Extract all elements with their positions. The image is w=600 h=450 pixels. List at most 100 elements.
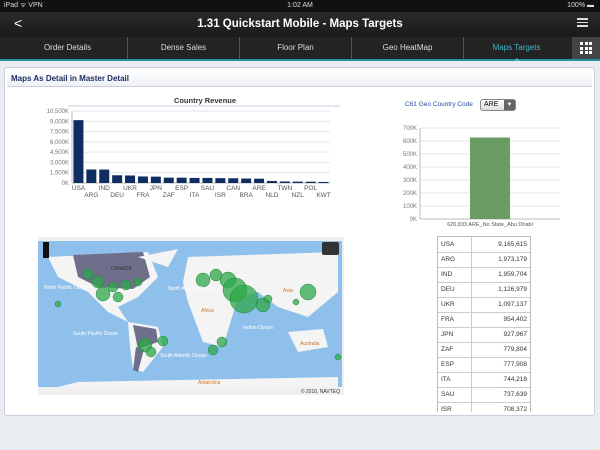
table-row[interactable]: UKR 1,097,137 xyxy=(438,297,530,313)
country-cell: DEU xyxy=(438,282,472,298)
bar[interactable] xyxy=(86,169,97,183)
map-label: CANADA xyxy=(111,266,133,272)
bar[interactable] xyxy=(215,178,226,183)
y-tick-label: 10,500K xyxy=(47,109,69,115)
x-tick-label: KWT xyxy=(316,192,330,199)
table-row[interactable]: IND 1,959,704 xyxy=(438,267,530,283)
map-label: Australia xyxy=(300,341,320,347)
revenue-cell: 1,959,704 xyxy=(471,267,530,283)
bar[interactable] xyxy=(99,169,110,183)
map-label: Africa xyxy=(201,308,214,314)
revenue-cell: 777,908 xyxy=(471,357,530,373)
world-map[interactable]: CANADA North Pacific Ocean North Atlanti… xyxy=(38,237,344,395)
revenue-cell: 927,967 xyxy=(471,327,530,343)
y-tick-label: 3,000K xyxy=(50,160,69,166)
map-copyright: © 2010, NAVTEQ xyxy=(301,388,340,395)
map-layers-icon[interactable] xyxy=(322,242,339,255)
table-row[interactable]: ZAF 779,804 xyxy=(438,342,530,358)
bar[interactable] xyxy=(112,175,123,183)
x-tick-label: ESP xyxy=(175,185,188,192)
y-tick-label: 4,500K xyxy=(50,150,69,156)
country-cell: SAU xyxy=(438,387,472,403)
bar[interactable] xyxy=(202,177,213,183)
country-cell: ZAF xyxy=(438,342,472,358)
x-tick-label: SAU xyxy=(201,185,215,192)
x-tick-label: NZL xyxy=(292,192,305,199)
street-view-icon[interactable] xyxy=(43,242,49,258)
table-row[interactable]: DEU 1,126,979 xyxy=(438,282,530,298)
table-row[interactable]: FRA 954,402 xyxy=(438,312,530,328)
dropdown-value: ARE xyxy=(484,101,499,108)
revenue-cell: 1,973,179 xyxy=(471,252,530,268)
table-row[interactable]: SAU 737,639 xyxy=(438,387,530,403)
x-tick-label: IND xyxy=(99,185,111,192)
country-cell: IND xyxy=(438,267,472,283)
bar[interactable] xyxy=(125,175,136,183)
revenue-cell: 744,218 xyxy=(471,372,530,388)
bar[interactable] xyxy=(318,181,329,183)
bar[interactable] xyxy=(241,178,252,183)
y-tick-label: 9,000K xyxy=(50,119,69,125)
dropdown-arrow-icon: ▼ xyxy=(504,100,515,110)
x-tick-label: NLD xyxy=(265,192,278,199)
bar[interactable] xyxy=(279,181,290,183)
x-tick-label: ITA xyxy=(190,192,200,199)
chart-title: Country Revenue xyxy=(174,96,236,105)
bar[interactable] xyxy=(73,120,84,183)
y-tick-label: 6,000K xyxy=(50,140,69,146)
bar[interactable] xyxy=(163,177,174,183)
y-tick-label: 7,500K xyxy=(50,130,69,136)
revenue-cell: 954,402 xyxy=(471,312,530,328)
x-tick-label: CAN xyxy=(226,185,240,192)
x-tick-label: JPN xyxy=(150,185,163,192)
x-tick-label: FRA xyxy=(136,192,150,199)
x-tick-label: BRA xyxy=(239,192,253,199)
country-code-dropdown[interactable]: ARE ▼ xyxy=(480,99,516,111)
revenue-cell: 1,097,137 xyxy=(471,297,530,313)
table-row[interactable]: JPN 927,967 xyxy=(438,327,530,343)
country-cell: ITA xyxy=(438,372,472,388)
bar[interactable] xyxy=(305,181,316,183)
revenue-cell: 737,639 xyxy=(471,387,530,403)
table-row[interactable]: ITA 744,218 xyxy=(438,372,530,388)
country-cell: ISR xyxy=(438,402,472,412)
revenue-cell: 708,372 xyxy=(471,402,530,412)
filter-label: C61 Geo Country Code xyxy=(405,101,473,108)
x-tick-label: ARG xyxy=(84,192,98,199)
country-cell: JPN xyxy=(438,327,472,343)
bar[interactable] xyxy=(254,178,265,183)
country-cell: ARG xyxy=(438,252,472,268)
map-label: Indian Ocean xyxy=(243,325,273,331)
bar[interactable] xyxy=(189,177,200,183)
x-tick-label: UKR xyxy=(123,185,137,192)
x-tick-label: TWN xyxy=(277,185,292,192)
x-tick-label: ARE xyxy=(252,185,266,192)
x-tick-label: ZAF xyxy=(163,192,175,199)
country-cell: UKR xyxy=(438,297,472,313)
bar[interactable] xyxy=(150,176,161,183)
table-row[interactable]: ISR 708,372 xyxy=(438,402,530,412)
x-tick-label: DEU xyxy=(110,192,124,199)
table-row[interactable]: ESP 777,908 xyxy=(438,357,530,373)
revenue-table: USA 9,165,615 ARG 1,973,179 IND 1,959,704 DEU 1… xyxy=(437,236,531,412)
bar[interactable] xyxy=(228,178,239,183)
map-label: Antarctica xyxy=(198,380,220,386)
x-tick-label: ISR xyxy=(215,192,226,199)
bar[interactable] xyxy=(266,180,277,183)
country-cell: ESP xyxy=(438,357,472,373)
map-label: North Atlantic Ocean xyxy=(168,286,214,292)
y-tick-label: 1,500K xyxy=(50,171,69,177)
x-tick-label: USA xyxy=(72,185,86,192)
revenue-cell: 779,804 xyxy=(471,342,530,358)
revenue-cell: 1,126,979 xyxy=(471,282,530,298)
table-row[interactable]: USA 9,165,615 xyxy=(438,237,530,253)
map-label: South Atlantic Ocean xyxy=(160,353,207,359)
table-row[interactable]: ARG 1,973,179 xyxy=(438,252,530,268)
x-tick-label: POL xyxy=(304,185,317,192)
bar[interactable] xyxy=(176,177,187,183)
y-tick-label: 0K xyxy=(62,181,69,187)
bar[interactable] xyxy=(292,181,303,183)
map-label: South Pacific Ocean xyxy=(73,331,119,337)
bar[interactable] xyxy=(137,176,148,183)
map-label: North Pacific Ocean xyxy=(44,285,89,291)
